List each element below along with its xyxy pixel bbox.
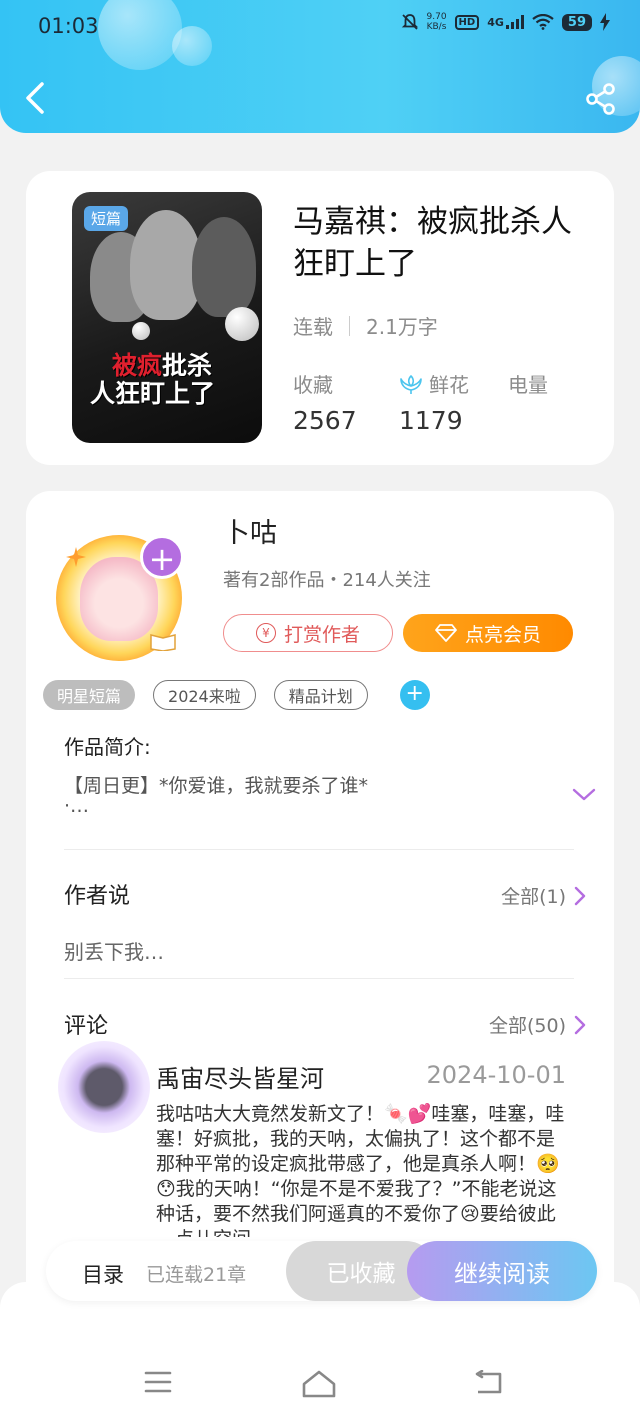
favorites-label: 收藏 (293, 373, 333, 397)
chevron-down-icon (572, 788, 596, 801)
decorative-bubble (98, 0, 182, 70)
back-nav-button[interactable] (472, 1369, 512, 1400)
intro-title: 作品简介: (64, 735, 151, 759)
intro-text: 【周日更】*你爱谁，我就要杀了谁* ·… (64, 775, 369, 817)
tip-author-button[interactable]: ¥ 打赏作者 (223, 614, 393, 652)
battery-level: 59 (561, 13, 592, 31)
share-icon (586, 83, 615, 115)
expand-intro-button[interactable] (572, 787, 596, 806)
tip-author-label: 打赏作者 (283, 623, 360, 646)
cover-orb (225, 307, 259, 341)
vip-member-button[interactable]: 点亮会员 (403, 614, 573, 652)
continue-reading-button[interactable]: 继续阅读 (407, 1241, 597, 1301)
tag-item[interactable]: 2024来啦 (153, 680, 256, 710)
top-header: 01:03 9.70 KB/s HD 4G 59 (0, 0, 640, 133)
status-icons: 9.70 KB/s HD 4G 59 (401, 12, 610, 32)
author-says-text: 别丢下我… (64, 940, 164, 964)
table-of-contents-button[interactable]: 目录 (82, 1259, 124, 1289)
system-nav-bar (0, 1282, 640, 1422)
comment-date: 2024-10-01 (426, 1061, 566, 1089)
flowers-count: 1179 (399, 406, 463, 435)
book-info-card: 短篇 被疯批杀 人狂盯上了 马嘉祺：被疯批杀人狂盯上了 连载 2.1万字 收藏 … (26, 171, 614, 465)
signal-icon: 4G (487, 15, 524, 29)
comment-text: 我咕咕大大竟然发新文了！🍬💕哇塞，哇塞，哇塞！好疯批，我的天呐，太偏执了！这个都… (156, 1103, 565, 1237)
return-icon (475, 1369, 502, 1394)
star-sparkle-icon (66, 547, 86, 567)
bottom-action-bar: 目录 已连载21章 已收藏 继续阅读 (46, 1241, 597, 1301)
book-cover[interactable]: 短篇 被疯批杀 人狂盯上了 (72, 192, 262, 443)
status-time: 01:03 (38, 14, 99, 38)
section-divider (64, 978, 574, 979)
tag-item[interactable]: 明星短篇 (43, 680, 136, 710)
mute-bell-icon (401, 14, 418, 30)
author-name[interactable]: 卜咕 (223, 511, 277, 550)
follow-author-button[interactable]: + (140, 535, 184, 579)
charging-icon (600, 13, 610, 31)
cover-orb (132, 322, 150, 340)
commenter-name[interactable]: 禹宙尽头皆星河 (156, 1059, 324, 1094)
word-count: 2.1万字 (366, 315, 438, 339)
cover-figure (192, 217, 256, 317)
power-label[interactable]: 电量 (508, 369, 548, 398)
favorites-count: 2567 (293, 406, 357, 435)
wifi-icon (532, 14, 554, 30)
flower-icon (400, 374, 422, 394)
author-says-more-link[interactable]: 全部(1) (501, 882, 586, 909)
yen-coin-icon: ¥ (255, 623, 276, 643)
menu-nav-button[interactable] (143, 1370, 183, 1400)
home-nav-button[interactable] (301, 1370, 341, 1400)
comments-more-link[interactable]: 全部(50) (489, 1011, 586, 1038)
chevron-right-icon (574, 1015, 586, 1034)
serial-chapters-label[interactable]: 已连载21章 (146, 1260, 246, 1287)
meta-divider (349, 315, 350, 336)
serial-status: 连载 (293, 315, 333, 339)
flowers-stat[interactable]: 鲜花 (399, 369, 469, 398)
hd-badge: HD (454, 14, 480, 30)
book-title: 马嘉祺：被疯批杀人狂盯上了 (293, 204, 572, 282)
comments-title: 评论 (64, 1014, 109, 1039)
back-button[interactable] (20, 78, 56, 118)
share-button[interactable] (584, 82, 618, 116)
vip-member-label: 点亮会员 (464, 623, 541, 646)
short-story-tag: 短篇 (84, 206, 129, 231)
diamond-icon (435, 624, 457, 642)
tag-list: 明星短篇 2024来啦 精品计划 + (43, 680, 430, 710)
author-info: 著有2部作品・214人关注 (223, 570, 431, 591)
decorative-bubble (172, 26, 212, 66)
back-arrow-icon (26, 82, 44, 114)
flowers-label: 鲜花 (429, 373, 469, 397)
home-icon (302, 1370, 336, 1398)
section-divider (64, 849, 574, 850)
net-speed: 9.70 KB/s (426, 12, 447, 32)
menu-icon (144, 1371, 172, 1393)
chevron-right-icon (574, 886, 586, 905)
commenter-avatar[interactable] (58, 1041, 150, 1133)
book-meta: 连载 2.1万字 (293, 311, 438, 340)
book-sticker-icon (150, 634, 176, 651)
cover-title: 被疯批杀 人狂盯上了 (90, 351, 216, 408)
author-says-title: 作者说 (64, 884, 131, 909)
add-tag-button[interactable]: + (399, 680, 430, 710)
tag-item[interactable]: 精品计划 (273, 680, 368, 710)
